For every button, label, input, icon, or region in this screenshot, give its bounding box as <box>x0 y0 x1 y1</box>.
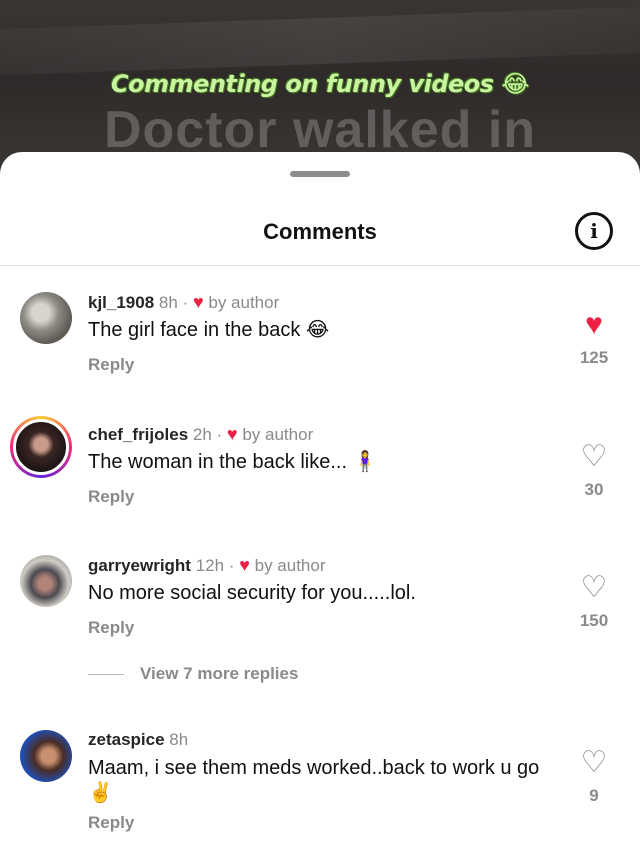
author-heart-icon: ♥ <box>226 424 238 444</box>
like-count: 150 <box>579 611 609 630</box>
like-count: 9 <box>589 786 599 805</box>
comment-text: No more social security for you.....lol. <box>88 582 416 604</box>
page-title: Comments <box>263 219 377 244</box>
avatar[interactable] <box>20 292 72 344</box>
comment-text: The woman in the back like... 🧍‍♀️ <box>88 451 378 473</box>
like-control[interactable]: ♡ 150 <box>568 573 620 631</box>
video-overlay-text: Doctor walked in <box>103 101 537 159</box>
reply-button[interactable]: Reply <box>88 618 134 638</box>
heart-outline-icon[interactable]: ♡ <box>568 748 620 778</box>
sheet-header: Comments i <box>0 192 640 266</box>
avatar[interactable] <box>20 730 72 782</box>
like-control[interactable]: ♡ 9 <box>568 748 620 806</box>
like-control[interactable]: ♥ 125 <box>568 310 620 368</box>
comment-username[interactable]: zetaspice <box>88 730 165 749</box>
video-background: Commenting on funny videos 😂 Doctor walk… <box>0 0 640 175</box>
heart-outline-icon[interactable]: ♡ <box>568 442 620 472</box>
like-count: 125 <box>579 348 609 367</box>
author-badge: by author <box>208 293 280 312</box>
like-count: 30 <box>584 480 604 499</box>
heart-filled-icon[interactable]: ♥ <box>568 310 620 340</box>
comments-sheet: Comments i kjl_1908 8h · ♥ by author The… <box>0 152 640 856</box>
comment-text: Maam, i see them meds worked..back to wo… <box>88 757 540 804</box>
author-badge: by author <box>254 556 326 575</box>
comment-username[interactable]: kjl_1908 <box>88 293 154 312</box>
comment-meta: kjl_1908 8h · ♥ by author <box>88 292 280 312</box>
comment-meta: zetaspice 8h <box>88 730 188 750</box>
divider <box>88 673 124 675</box>
author-heart-icon: ♥ <box>239 555 250 575</box>
heart-outline-icon[interactable]: ♡ <box>568 573 620 603</box>
comment-time: 8h <box>158 293 178 312</box>
info-icon[interactable]: i <box>575 212 613 250</box>
like-control[interactable]: ♡ 30 <box>568 442 620 500</box>
comment-meta: garryewright 12h · ♥ by author <box>88 555 326 575</box>
comment-text: The girl face in the back 😂 <box>88 319 330 341</box>
author-badge: by author <box>242 425 314 444</box>
reply-button[interactable]: Reply <box>88 355 134 375</box>
view-more-replies[interactable]: View 7 more replies <box>88 664 298 684</box>
reply-button[interactable]: Reply <box>88 813 134 833</box>
drag-handle[interactable] <box>290 171 350 177</box>
avatar[interactable] <box>10 416 72 478</box>
reply-button[interactable]: Reply <box>88 487 134 507</box>
comment-time: 12h <box>195 556 225 575</box>
video-caption: Commenting on funny videos 😂 <box>111 70 529 98</box>
comment-meta: chef_frijoles 2h · ♥ by author <box>88 424 314 444</box>
avatar[interactable] <box>20 555 72 607</box>
comment-username[interactable]: garryewright <box>88 556 191 575</box>
comment-username[interactable]: chef_frijoles <box>88 425 188 444</box>
comment-time: 2h <box>192 425 212 444</box>
author-heart-icon: ♥ <box>192 292 204 312</box>
comment-time: 8h <box>169 730 189 749</box>
